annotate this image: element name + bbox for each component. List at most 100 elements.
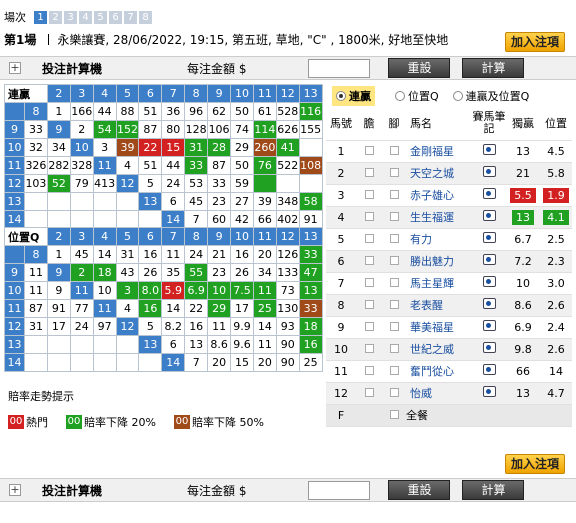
banker-checkbox[interactable]	[356, 250, 382, 273]
leg-checkbox[interactable]	[382, 206, 406, 229]
leg-checkbox[interactable]	[382, 360, 406, 383]
odds-cell[interactable]: 44	[92, 102, 117, 121]
odds-cell[interactable]: 43	[115, 263, 140, 282]
odds-cell[interactable]: 1	[46, 102, 71, 121]
odds-cell[interactable]: 87	[24, 299, 48, 318]
odds-cell[interactable]: 20	[252, 245, 277, 264]
odds-cell[interactable]: 152	[115, 120, 140, 139]
odds-cell[interactable]: 130	[275, 299, 300, 318]
odds-cell[interactable]: 8.2	[161, 317, 186, 336]
form-note-button[interactable]	[472, 338, 506, 361]
odds-cell[interactable]: 126	[275, 245, 300, 264]
odds-cell[interactable]: 9.6	[230, 335, 254, 354]
odds-cell[interactable]: 14	[161, 299, 186, 318]
banker-checkbox[interactable]	[356, 184, 382, 207]
race-button-5[interactable]: 5	[94, 10, 107, 24]
odds-cell[interactable]: 2	[69, 120, 94, 139]
odds-cell[interactable]: 103	[24, 174, 48, 193]
odds-cell[interactable]: 7	[184, 353, 209, 372]
race-button-1[interactable]: 1	[34, 10, 47, 24]
odds-cell[interactable]: 328	[69, 156, 94, 175]
odds-cell[interactable]: 55	[184, 263, 209, 282]
odds-cell[interactable]: 96	[184, 102, 209, 121]
odds-cell[interactable]: 42	[230, 210, 254, 229]
form-note-button[interactable]	[472, 272, 506, 295]
expand-icon[interactable]: +	[9, 484, 21, 496]
odds-cell[interactable]: 20	[207, 353, 232, 372]
leg-checkbox[interactable]	[382, 140, 406, 163]
odds-cell[interactable]: 41	[275, 138, 300, 157]
odds-cell[interactable]: 24	[69, 317, 94, 336]
banker-checkbox[interactable]	[356, 272, 382, 295]
odds-cell[interactable]: 90	[275, 335, 300, 354]
odds-cell[interactable]: 6	[161, 192, 186, 211]
odds-cell[interactable]: 27	[230, 192, 254, 211]
odds-cell[interactable]: 21	[207, 245, 232, 264]
odds-cell[interactable]: 10	[207, 281, 232, 300]
odds-cell[interactable]: 31	[24, 317, 48, 336]
odds-cell[interactable]: 74	[230, 120, 254, 139]
odds-cell[interactable]: 5	[138, 174, 163, 193]
odds-cell[interactable]: 76	[252, 156, 277, 175]
form-note-button[interactable]	[472, 250, 506, 273]
odds-cell[interactable]: 5	[138, 317, 163, 336]
odds-cell[interactable]: 11	[252, 281, 277, 300]
banker-checkbox[interactable]	[356, 162, 382, 185]
odds-cell[interactable]: 9	[46, 281, 71, 300]
odds-cell[interactable]: 54	[92, 120, 117, 139]
odds-cell[interactable]: 166	[69, 102, 94, 121]
odds-cell[interactable]: 59	[230, 174, 254, 193]
leg-checkbox[interactable]	[382, 184, 406, 207]
odds-cell[interactable]: 29	[230, 138, 254, 157]
odds-cell[interactable]: 39	[115, 138, 140, 157]
odds-cell[interactable]: 11	[161, 245, 186, 264]
form-note-button[interactable]	[472, 140, 506, 163]
odds-cell[interactable]: 326	[24, 156, 48, 175]
form-note-button[interactable]	[472, 228, 506, 251]
odds-cell[interactable]: 79	[69, 174, 94, 193]
odds-cell[interactable]: 66	[252, 210, 277, 229]
reset-button[interactable]: 重設	[388, 480, 451, 500]
form-note-button[interactable]	[472, 360, 506, 383]
odds-cell[interactable]: 16	[138, 245, 163, 264]
odds-cell[interactable]: 17	[46, 317, 71, 336]
radio-quinella[interactable]: 連贏	[332, 86, 375, 106]
odds-cell[interactable]: 114	[252, 120, 277, 139]
race-button-4[interactable]: 4	[79, 10, 92, 24]
form-note-button[interactable]	[472, 382, 506, 405]
odds-cell[interactable]: 7	[184, 210, 209, 229]
horse-name-link[interactable]: 奮鬥從心	[406, 360, 472, 383]
odds-cell[interactable]: 11	[252, 335, 277, 354]
odds-cell[interactable]: 33	[298, 299, 323, 318]
leg-checkbox[interactable]	[382, 316, 406, 339]
odds-cell[interactable]: 4	[115, 156, 140, 175]
odds-cell[interactable]: 35	[161, 263, 186, 282]
odds-cell[interactable]: 73	[275, 281, 300, 300]
horse-name-link[interactable]: 馬主星輝	[406, 272, 472, 295]
odds-cell[interactable]: 14	[252, 317, 277, 336]
odds-cell[interactable]: 3	[92, 138, 117, 157]
race-button-6[interactable]: 6	[109, 10, 122, 24]
odds-cell[interactable]: 28	[207, 138, 232, 157]
odds-cell[interactable]: 24	[161, 174, 186, 193]
banker-checkbox[interactable]	[356, 338, 382, 361]
horse-name-link[interactable]: 生生福運	[406, 206, 472, 229]
horse-name-link[interactable]: 有力	[406, 228, 472, 251]
odds-cell[interactable]: 108	[298, 156, 323, 175]
odds-cell[interactable]: 26	[138, 263, 163, 282]
leg-checkbox[interactable]	[382, 250, 406, 273]
odds-cell[interactable]: 58	[298, 192, 323, 211]
odds-cell[interactable]: 260	[252, 138, 277, 157]
leg-checkbox[interactable]	[382, 338, 406, 361]
horse-name-link[interactable]: 世紀之威	[406, 338, 472, 361]
odds-cell[interactable]: 1	[46, 245, 71, 264]
odds-cell[interactable]: 97	[92, 317, 117, 336]
odds-cell[interactable]: 50	[230, 102, 254, 121]
banker-checkbox[interactable]	[356, 294, 382, 317]
odds-cell[interactable]: 11	[24, 281, 48, 300]
odds-cell[interactable]: 18	[298, 317, 323, 336]
banker-checkbox[interactable]	[356, 140, 382, 163]
odds-cell[interactable]: 77	[69, 299, 94, 318]
amount-input[interactable]	[308, 58, 371, 78]
odds-cell[interactable]: 6	[161, 335, 186, 354]
